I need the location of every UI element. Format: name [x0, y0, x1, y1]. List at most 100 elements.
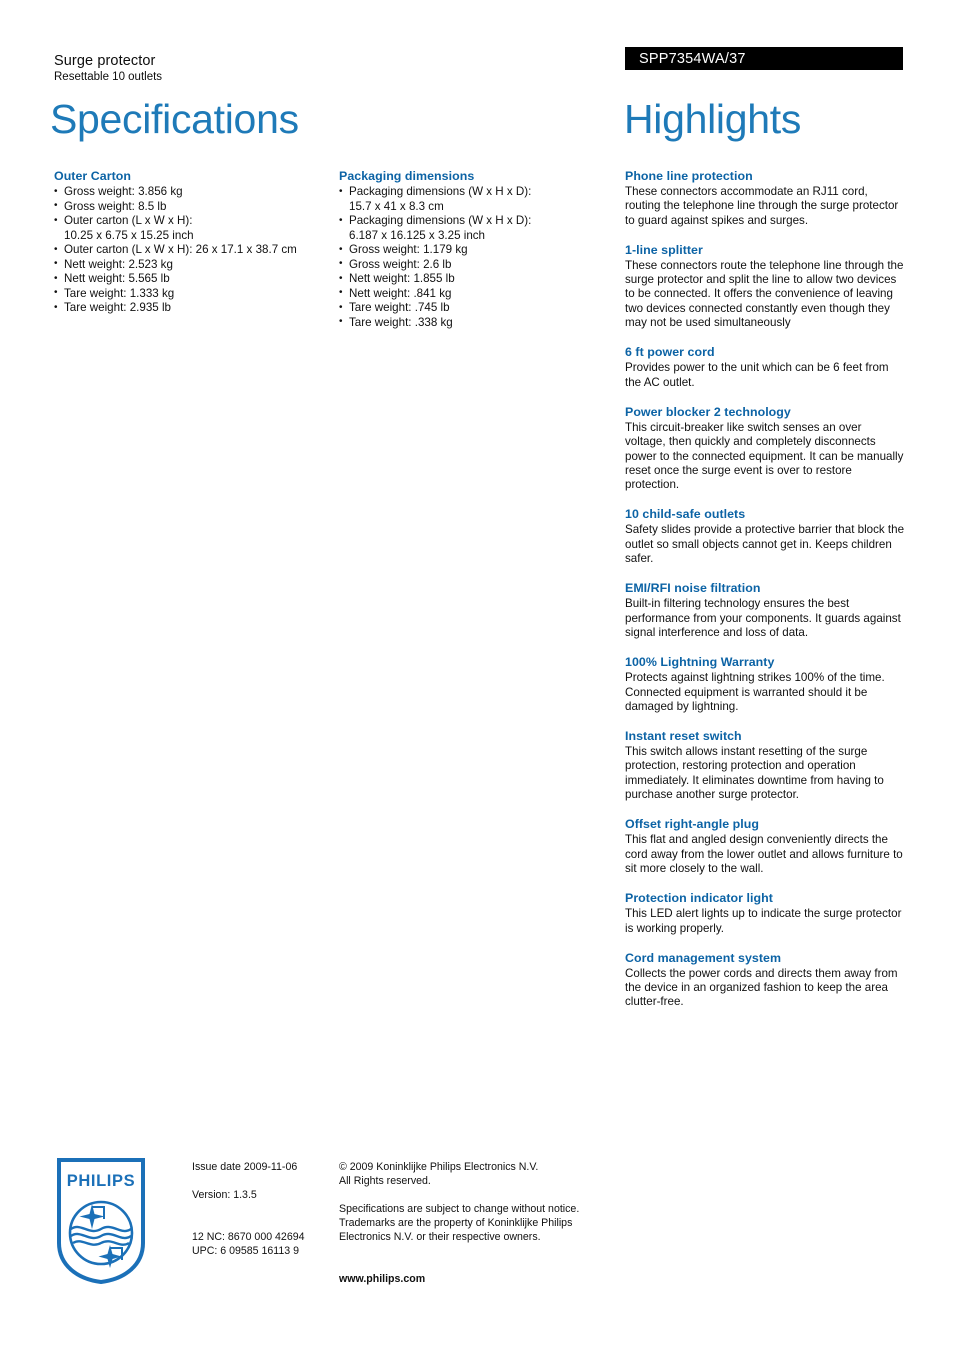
- list-item: Tare weight: .338 kg: [339, 315, 617, 331]
- highlight-body: These connectors route the telephone lin…: [625, 258, 904, 330]
- highlight-title: 6 ft power cord: [625, 345, 715, 360]
- highlight-title: Offset right-angle plug: [625, 817, 759, 832]
- highlight-body: Safety slides provide a protective barri…: [625, 523, 905, 566]
- list-item: Gross weight: 1.179 kg: [339, 243, 617, 258]
- product-subtitle: Resettable 10 outlets: [54, 71, 163, 83]
- list-item: Tare weight: 1.333 kg: [54, 286, 330, 302]
- spec-text: Nett weight: 2.523 kg: [64, 257, 173, 271]
- highlight-item: Power blocker 2 technology This circuit-…: [625, 404, 905, 492]
- version: Version: 1.3.5: [192, 1189, 257, 1201]
- list-item: Outer carton (L x W x H):10.25 x 6.75 x …: [54, 214, 330, 243]
- philips-shield-icon: PHILIPS: [57, 1158, 145, 1285]
- highlight-body: Protects against lightning strikes 100% …: [625, 671, 885, 713]
- highlight-title: 100% Lightning Warranty: [625, 655, 775, 670]
- spec-text: Packaging dimensions (W x H x D):: [349, 185, 532, 198]
- spec-text: Gross weight: 1.179 kg: [349, 243, 468, 256]
- footer-legal-column: © 2009 Koninklijke Philips Electronics N…: [339, 1160, 639, 1286]
- product-name: Surge protector: [54, 53, 156, 69]
- issue-date: Issue date 2009-11-06: [192, 1161, 298, 1173]
- list-item: Tare weight: 2.935 lb: [54, 301, 330, 316]
- page-title-highlights: Highlights: [624, 96, 802, 142]
- datasheet-page: Surge protector Resettable 10 outlets SP…: [0, 0, 954, 1350]
- highlight-body: This circuit-breaker like switch senses …: [625, 420, 904, 492]
- spec-text: Gross weight: 3.856 kg: [64, 185, 183, 198]
- highlight-title: Cord management system: [625, 950, 782, 965]
- spec-text: Outer carton (L x W x H): 26 x 17.1 x 38…: [64, 243, 297, 256]
- highlight-item: Phone line protection These connectors a…: [625, 168, 905, 228]
- header-product-info: Surge protector Resettable 10 outlets: [54, 52, 574, 85]
- copyright-line-1: © 2009 Koninklijke Philips Electronics N…: [339, 1161, 539, 1173]
- highlight-item: EMI/RFI noise filtration Built-in filter…: [625, 580, 905, 640]
- highlight-title: Protection indicator light: [625, 891, 773, 906]
- section-heading-outer-carton: Outer Carton: [54, 169, 132, 183]
- highlight-title: Power blocker 2 technology: [625, 404, 791, 419]
- list-item: Nett weight: 2.523 kg: [54, 257, 330, 273]
- nc-code: 12 NC: 8670 000 42694: [192, 1231, 305, 1243]
- list-item: Packaging dimensions (W x H x D):6.187 x…: [339, 214, 617, 243]
- list-item: Nett weight: .841 kg: [339, 286, 617, 302]
- list-item: Nett weight: 5.565 lb: [54, 272, 330, 287]
- spec-text: Tare weight: 2.935 lb: [64, 301, 171, 314]
- highlight-body: These connectors accommodate an RJ11 cor…: [625, 185, 899, 227]
- page-footer: PHILIPS Issue date 2009-11-06 Version: 1…: [0, 1152, 954, 1312]
- spec-text-cont: 10.25 x 6.75 x 15.25 inch: [64, 228, 194, 242]
- list-item: Nett weight: 1.855 lb: [339, 272, 617, 287]
- specs-column-packaging: Packaging dimensions Packaging dimension…: [339, 168, 617, 330]
- philips-logo: PHILIPS: [55, 1157, 147, 1285]
- spec-text: Tare weight: 1.333 kg: [64, 286, 175, 300]
- spec-text: Outer carton (L x W x H):: [64, 214, 193, 227]
- highlight-body: This flat and angled design conveniently…: [625, 833, 903, 875]
- highlight-body: This LED alert lights up to indicate the…: [625, 907, 902, 935]
- highlight-item: Protection indicator light This LED aler…: [625, 890, 905, 936]
- highlight-item: 100% Lightning Warranty Protects against…: [625, 654, 905, 714]
- specs-column-outer-carton: Outer Carton Gross weight: 3.856 kg Gros…: [54, 168, 330, 316]
- spec-text-cont: 6.187 x 16.125 x 3.25 inch: [349, 228, 486, 242]
- highlight-body: Provides power to the unit which can be …: [625, 361, 889, 389]
- highlight-item: Cord management system Collects the powe…: [625, 950, 905, 1010]
- spec-text: Tare weight: .338 kg: [349, 315, 453, 329]
- highlights-column: Phone line protection These connectors a…: [625, 168, 905, 1010]
- highlight-body: This switch allows instant resetting of …: [625, 745, 884, 802]
- highlight-item: Offset right-angle plug This flat and an…: [625, 816, 905, 876]
- disclaimer-line-3: Electronics N.V. or their respective own…: [339, 1231, 541, 1243]
- svg-text:PHILIPS: PHILIPS: [67, 1172, 135, 1190]
- highlight-title: Instant reset switch: [625, 729, 742, 744]
- highlight-item: 6 ft power cord Provides power to the un…: [625, 344, 905, 390]
- disclaimer-line-2: Trademarks are the property of Koninklij…: [339, 1217, 573, 1229]
- upc-code: UPC: 6 09585 16113 9: [192, 1245, 299, 1257]
- product-code: SPP7354WA/37: [639, 51, 746, 67]
- list-item: Gross weight: 3.856 kg: [54, 185, 330, 200]
- copyright-line-2: All Rights reserved.: [339, 1175, 431, 1187]
- spec-text: Nett weight: .841 kg: [349, 286, 452, 300]
- highlight-title: Phone line protection: [625, 169, 753, 183]
- list-item: Gross weight: 2.6 lb: [339, 257, 617, 273]
- list-item: Packaging dimensions (W x H x D):15.7 x …: [339, 185, 617, 214]
- spec-text: Gross weight: 8.5 lb: [64, 199, 167, 213]
- spec-text: Gross weight: 2.6 lb: [349, 257, 452, 271]
- highlight-item: Instant reset switch This switch allows …: [625, 728, 905, 802]
- spec-text-cont: 15.7 x 41 x 8.3 cm: [349, 199, 444, 213]
- list-item: Outer carton (L x W x H): 26 x 17.1 x 38…: [54, 243, 330, 258]
- section-heading-packaging-dimensions: Packaging dimensions: [339, 169, 475, 183]
- highlight-title: EMI/RFI noise filtration: [625, 581, 761, 596]
- outer-carton-list: Gross weight: 3.856 kg Gross weight: 8.5…: [54, 185, 330, 316]
- product-code-bar: SPP7354WA/37: [625, 47, 903, 70]
- spec-text: Nett weight: 1.855 lb: [349, 272, 455, 285]
- highlight-title: 1-line splitter: [625, 242, 703, 257]
- list-item: Tare weight: .745 lb: [339, 301, 617, 316]
- highlight-body: Built-in filtering technology ensures th…: [625, 597, 901, 639]
- list-item: Gross weight: 8.5 lb: [54, 199, 330, 215]
- website-link[interactable]: www.philips.com: [339, 1272, 639, 1286]
- spec-text: Tare weight: .745 lb: [349, 301, 450, 314]
- packaging-dimensions-list: Packaging dimensions (W x H x D):15.7 x …: [339, 185, 617, 330]
- highlight-item: 1-line splitter These connectors route t…: [625, 242, 905, 330]
- footer-meta-column: Issue date 2009-11-06 Version: 1.3.5 12 …: [192, 1160, 332, 1258]
- spec-text: Nett weight: 5.565 lb: [64, 272, 170, 285]
- spec-text: Packaging dimensions (W x H x D):: [349, 214, 532, 227]
- disclaimer-line-1: Specifications are subject to change wit…: [339, 1203, 580, 1215]
- highlight-title: 10 child-safe outlets: [625, 507, 746, 522]
